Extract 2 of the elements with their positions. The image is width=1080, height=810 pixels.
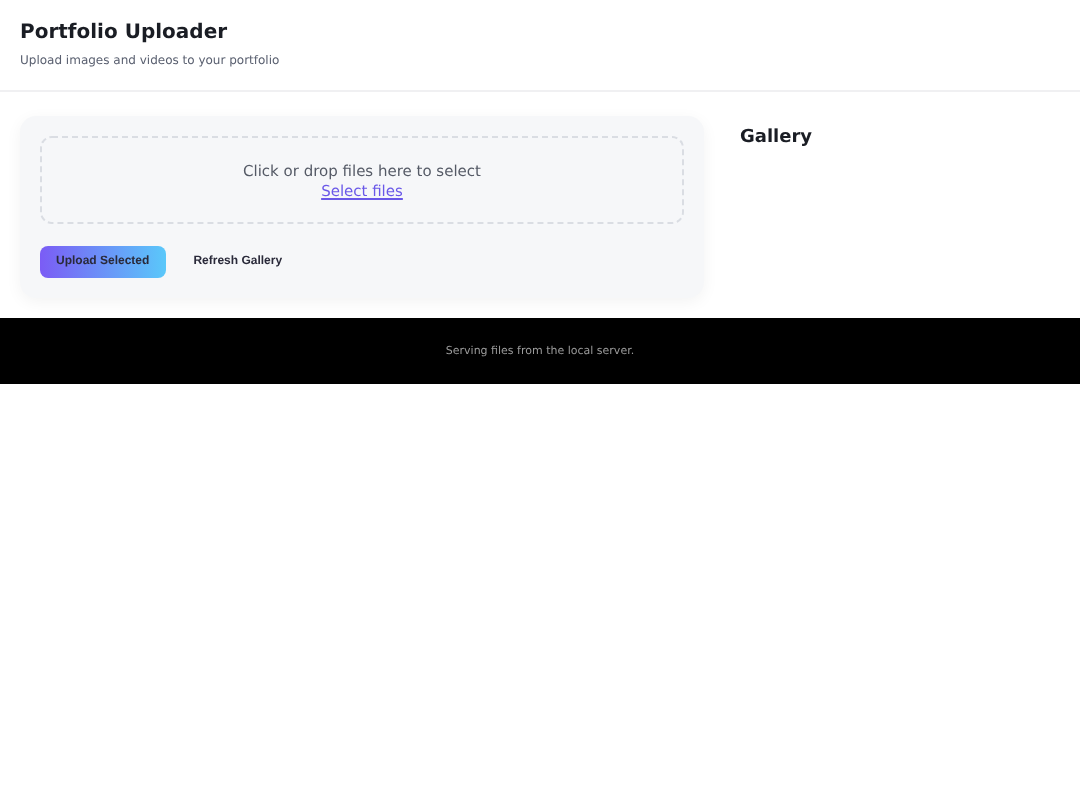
page-title: Portfolio Uploader (20, 22, 230, 44)
gallery-title: Gallery (740, 128, 813, 148)
